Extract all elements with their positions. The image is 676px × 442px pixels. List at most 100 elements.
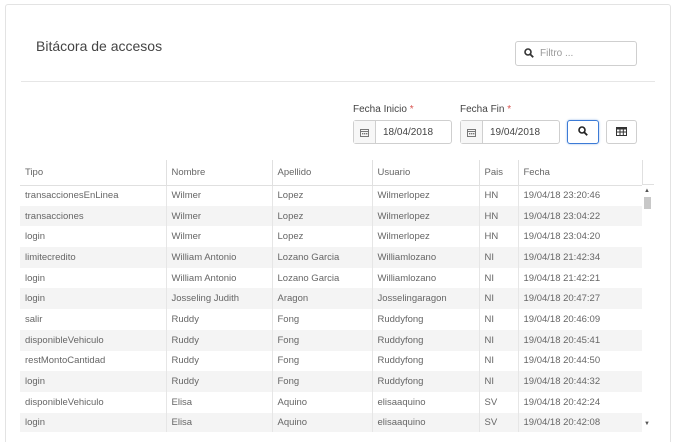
cell-tipo: login	[20, 371, 167, 392]
cell-tipo: restMontoCantidad	[20, 350, 167, 372]
required-mark: *	[409, 104, 414, 115]
table-scrollbar[interactable]: ▲ ▼	[642, 185, 652, 432]
cell-usuario: Wilmerlopez	[372, 185, 480, 206]
fecha-inicio-label: Fecha Inicio *	[353, 104, 414, 115]
table-row[interactable]: disponibleVehiculo Elisa Aquino elisaaquino…	[20, 391, 643, 413]
cell-usuario: Ruddyfong	[372, 309, 480, 330]
cell-nombre: Elisa	[166, 391, 273, 413]
table-row[interactable]: limitecredito William Antonio Lozano Garci…	[20, 247, 643, 268]
cell-apellido: Lopez	[272, 226, 373, 248]
filter-box[interactable]	[515, 41, 637, 66]
cell-pais: SV	[479, 412, 519, 432]
cell-pais: NI	[479, 247, 519, 268]
cell-usuario: Ruddyfong	[372, 350, 480, 372]
column-header-usuario[interactable]: Usuario	[372, 160, 480, 186]
cell-apellido: Aquino	[272, 412, 373, 432]
column-header-pais[interactable]: Pais	[479, 160, 519, 186]
cell-fecha: 19/04/18 23:04:22	[518, 205, 643, 227]
column-header-tipo[interactable]: Tipo	[20, 160, 167, 186]
cell-nombre: Ruddy	[166, 350, 273, 372]
cell-nombre: Ruddy	[166, 371, 273, 392]
cell-nombre: Josseling Judith	[166, 288, 273, 310]
cell-tipo: limitecredito	[20, 247, 167, 268]
column-header-fecha[interactable]: Fecha	[518, 160, 643, 186]
fecha-fin-value[interactable]: 19/04/2018	[483, 121, 540, 143]
cell-tipo: disponibleVehiculo	[20, 329, 167, 351]
cell-pais: HN	[479, 205, 519, 227]
table-row[interactable]: login Wilmer Lopez Wilmerlopez HN 19/04/18 23…	[20, 226, 643, 248]
table-row[interactable]: login Elisa Aquino elisaaquino SV 19/04/18 20…	[20, 412, 643, 432]
cell-apellido: Aquino	[272, 391, 373, 413]
cell-apellido: Lopez	[272, 205, 373, 227]
fecha-fin-label-text: Fecha Fin	[460, 104, 505, 115]
cell-usuario: Ruddyfong	[372, 329, 480, 351]
table-row[interactable]: transacciones Wilmer Lopez Wilmerlopez HN 19/…	[20, 205, 643, 227]
cell-apellido: Fong	[272, 350, 373, 372]
cell-apellido: Lozano Garcia	[272, 267, 373, 289]
search-icon	[578, 123, 588, 141]
cell-usuario: Wilmerlopez	[372, 226, 480, 248]
cell-pais: NI	[479, 288, 519, 310]
cell-usuario: elisaaquino	[372, 391, 480, 413]
cell-tipo: salir	[20, 309, 167, 330]
cell-tipo: login	[20, 226, 167, 248]
cell-nombre: William Antonio	[166, 267, 273, 289]
cell-pais: NI	[479, 329, 519, 351]
fecha-inicio-input[interactable]: 18/04/2018	[353, 120, 452, 144]
column-header-nombre[interactable]: Nombre	[166, 160, 273, 186]
fecha-fin-input[interactable]: 19/04/2018	[460, 120, 560, 144]
cell-apellido: Aragon	[272, 288, 373, 310]
cell-apellido: Lozano Garcia	[272, 247, 373, 268]
scroll-thumb[interactable]	[644, 197, 651, 209]
cell-fecha: 19/04/18 21:42:34	[518, 247, 643, 268]
table-header-filler	[642, 160, 654, 185]
scroll-up-icon[interactable]: ▲	[644, 188, 650, 194]
cell-usuario: elisaaquino	[372, 412, 480, 432]
cell-fecha: 19/04/18 21:42:21	[518, 267, 643, 289]
cell-usuario: Ruddyfong	[372, 371, 480, 392]
cell-apellido: Fong	[272, 329, 373, 351]
column-header-apellido[interactable]: Apellido	[272, 160, 373, 186]
cell-tipo: login	[20, 267, 167, 289]
access-log-table: Tipo Nombre Apellido Usuario Pais Fecha …	[20, 160, 654, 432]
cell-fecha: 19/04/18 20:45:41	[518, 329, 643, 351]
table-row[interactable]: login Ruddy Fong Ruddyfong NI 19/04/18 20:44:…	[20, 371, 643, 392]
table-row[interactable]: transaccionesEnLinea Wilmer Lopez Wilmerlop…	[20, 185, 643, 206]
table-row[interactable]: disponibleVehiculo Ruddy Fong Ruddyfong NI 19…	[20, 329, 643, 351]
table-row[interactable]: restMontoCantidad Ruddy Fong Ruddyfong NI 19/…	[20, 350, 643, 372]
table-icon	[616, 123, 627, 141]
calendar-icon[interactable]	[461, 121, 483, 143]
cell-nombre: Wilmer	[166, 205, 273, 227]
cell-nombre: Wilmer	[166, 226, 273, 248]
fecha-fin-label: Fecha Fin *	[460, 104, 511, 115]
search-button[interactable]	[567, 120, 599, 144]
cell-fecha: 19/04/18 23:20:46	[518, 185, 643, 206]
fecha-inicio-value[interactable]: 18/04/2018	[376, 121, 433, 143]
scroll-down-icon[interactable]: ▼	[644, 421, 650, 427]
cell-tipo: transaccionesEnLinea	[20, 185, 167, 206]
search-icon	[524, 45, 534, 63]
table-row[interactable]: login William Antonio Lozano Garcia William…	[20, 267, 643, 289]
cell-fecha: 19/04/18 20:44:32	[518, 371, 643, 392]
table-view-button[interactable]	[606, 120, 637, 144]
table-row[interactable]: login Josseling Judith Aragon Josselingarag…	[20, 288, 643, 310]
cell-pais: NI	[479, 267, 519, 289]
cell-nombre: Ruddy	[166, 309, 273, 330]
cell-nombre: William Antonio	[166, 247, 273, 268]
cell-usuario: Williamlozano	[372, 267, 480, 289]
cell-nombre: Wilmer	[166, 185, 273, 206]
cell-fecha: 19/04/18 20:42:08	[518, 412, 643, 432]
cell-apellido: Fong	[272, 309, 373, 330]
cell-nombre: Ruddy	[166, 329, 273, 351]
cell-usuario: Wilmerlopez	[372, 205, 480, 227]
cell-pais: HN	[479, 226, 519, 248]
required-mark: *	[507, 104, 512, 115]
cell-tipo: transacciones	[20, 205, 167, 227]
table-row[interactable]: salir Ruddy Fong Ruddyfong NI 19/04/18 20:46:…	[20, 309, 643, 330]
calendar-icon[interactable]	[354, 121, 376, 143]
cell-fecha: 19/04/18 20:44:50	[518, 350, 643, 372]
cell-pais: HN	[479, 185, 519, 206]
cell-fecha: 19/04/18 20:47:27	[518, 288, 643, 310]
cell-fecha: 19/04/18 23:04:20	[518, 226, 643, 248]
filter-input[interactable]	[540, 48, 630, 59]
